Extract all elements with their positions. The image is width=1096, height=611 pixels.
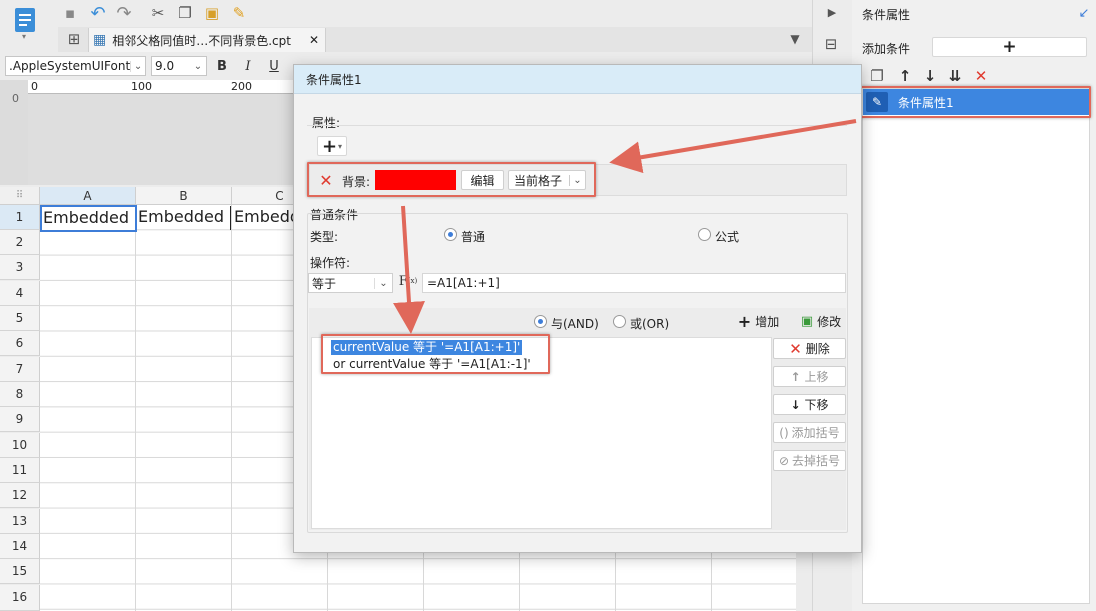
arrow-list-to-background	[609, 119, 857, 174]
annotation-arrows	[393, 119, 857, 334]
arrow-background-to-conditions	[393, 205, 425, 334]
